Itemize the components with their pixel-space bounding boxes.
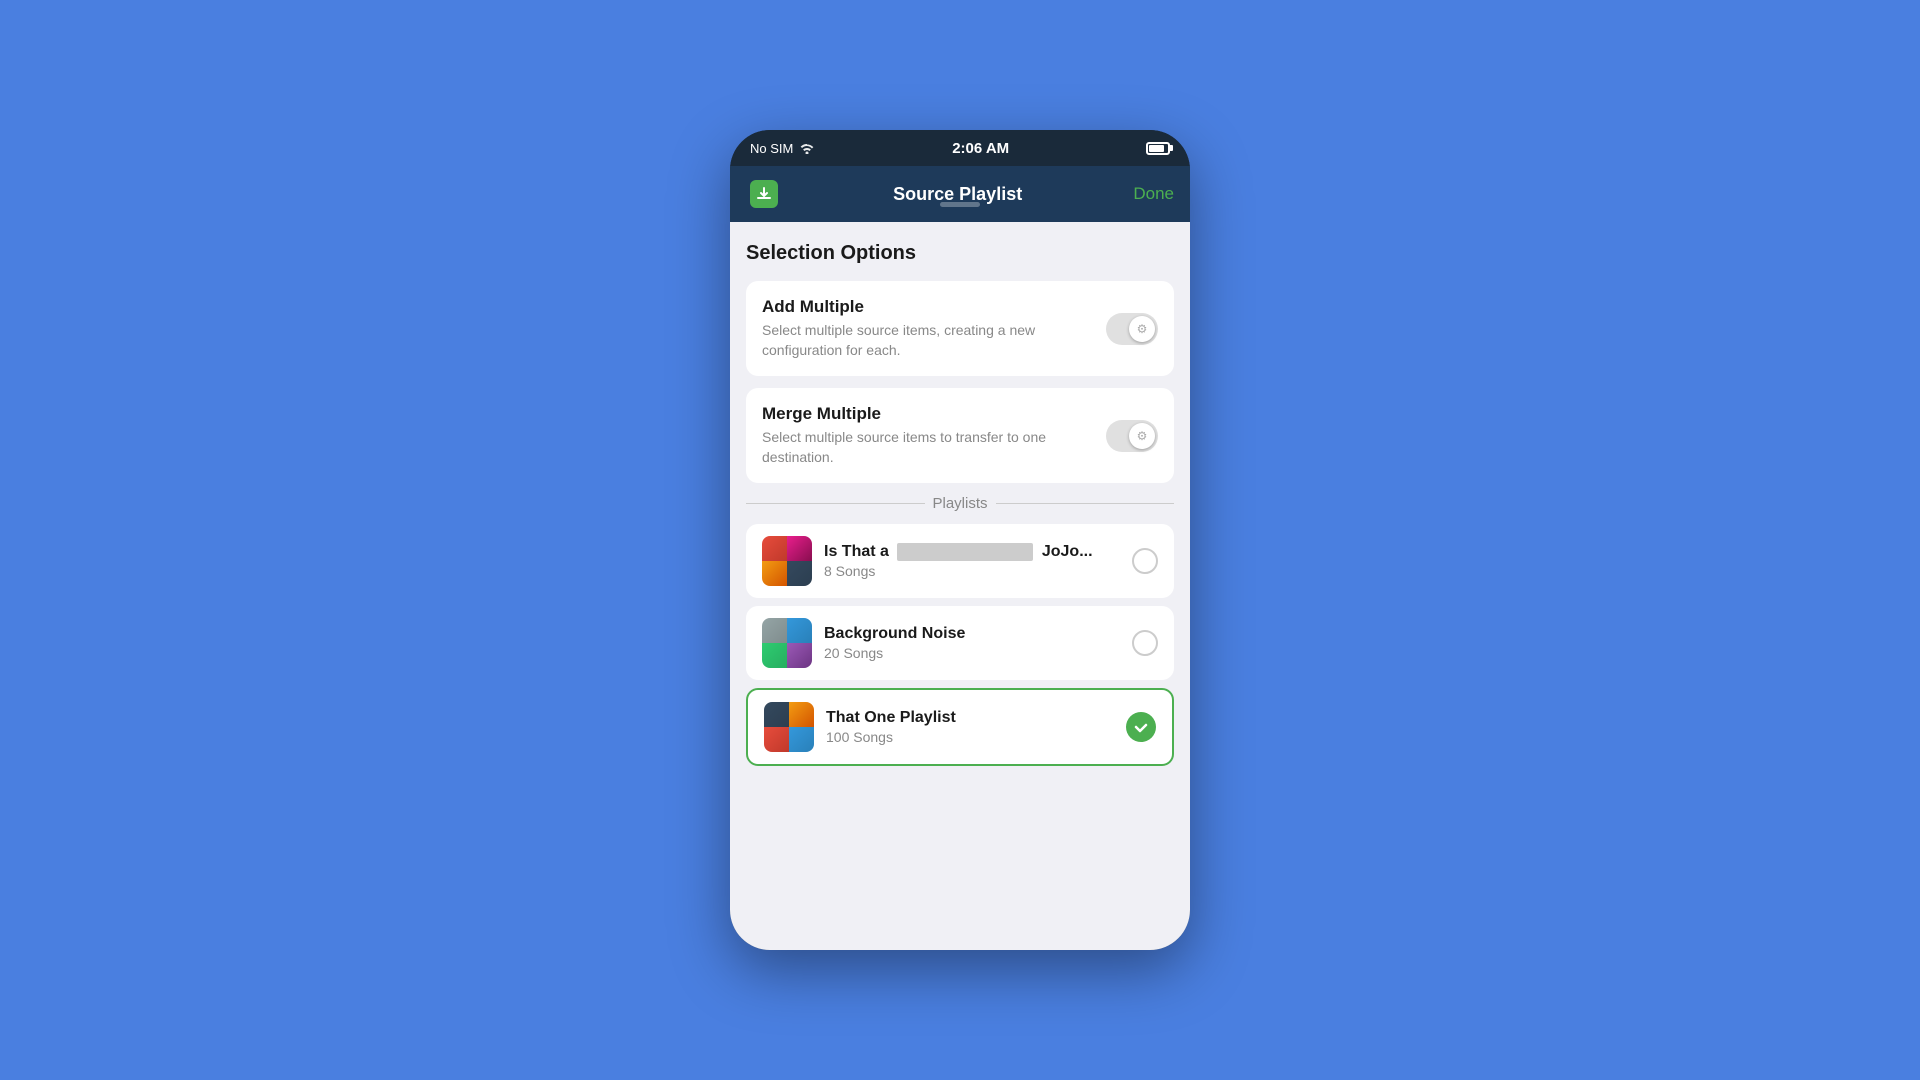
artwork-cell-4 [787,561,812,586]
merge-multiple-description: Select multiple source items to transfer… [762,428,1094,467]
playlist-check-3[interactable] [1126,712,1156,742]
playlist-artwork-2 [762,618,812,668]
gear-icon-2: ⚙ [1137,429,1148,443]
done-button[interactable]: Done [1133,184,1174,204]
nav-handle [940,202,980,207]
playlist-radio-2[interactable] [1132,630,1158,656]
download-icon [750,180,778,208]
merge-multiple-title: Merge Multiple [762,404,1094,424]
playlist-radio-1[interactable] [1132,548,1158,574]
add-multiple-toggle[interactable]: ⚙ [1106,313,1158,345]
artwork-cell-2 [787,536,812,561]
status-bar: No SIM 2:06 AM [730,130,1190,166]
add-multiple-description: Select multiple source items, creating a… [762,321,1094,360]
merge-multiple-card: Merge Multiple Select multiple source it… [746,388,1174,483]
checkmark-icon [1134,720,1148,734]
artwork-cell-12 [789,727,814,752]
playlist-count-1: 8 Songs [824,563,1132,579]
playlist-count-2: 20 Songs [824,645,1132,661]
playlist-artwork-1 [762,536,812,586]
playlist-info-2: Background Noise 20 Songs [824,625,1132,661]
download-button[interactable] [746,176,782,212]
add-multiple-text: Add Multiple Select multiple source item… [762,297,1106,360]
playlists-section: Playlists Is That a ████████████ JoJo... [746,495,1174,766]
merge-multiple-toggle[interactable]: ⚙ [1106,420,1158,452]
playlist-name-3: That One Playlist [826,709,1126,727]
main-content: Selection Options Add Multiple Select mu… [730,222,1190,950]
playlist-name-1: Is That a ████████████ JoJo... [824,543,1132,561]
playlist-name-2: Background Noise [824,625,1132,643]
no-sim-label: No SIM [750,141,793,156]
selection-options-header: Selection Options [746,242,1174,265]
playlist-info-3: That One Playlist 100 Songs [826,709,1126,745]
add-multiple-toggle-knob: ⚙ [1129,316,1155,342]
merge-multiple-text: Merge Multiple Select multiple source it… [762,404,1106,467]
add-multiple-title: Add Multiple [762,297,1094,317]
merge-multiple-toggle-knob: ⚙ [1129,423,1155,449]
status-time: 2:06 AM [952,140,1009,157]
artwork-cell-7 [762,643,787,668]
blurred-text: ████████████ [897,543,1033,561]
header-line-left [746,503,925,504]
playlist-item-2[interactable]: Background Noise 20 Songs [746,606,1174,680]
playlists-header-label: Playlists [933,495,988,512]
playlist-info-1: Is That a ████████████ JoJo... 8 Songs [824,543,1132,579]
artwork-cell-10 [789,702,814,727]
playlist-item-1[interactable]: Is That a ████████████ JoJo... 8 Songs [746,524,1174,598]
artwork-cell-9 [764,702,789,727]
gear-icon: ⚙ [1137,322,1148,336]
artwork-cell-11 [764,727,789,752]
artwork-cell-5 [762,618,787,643]
playlist-artwork-3 [764,702,814,752]
add-multiple-card: Add Multiple Select multiple source item… [746,281,1174,376]
artwork-cell-6 [787,618,812,643]
artwork-cell-8 [787,643,812,668]
battery-icon [1146,142,1170,155]
header-line-right [996,503,1175,504]
wifi-icon [799,142,815,154]
artwork-cell-1 [762,536,787,561]
nav-bar: Source Playlist Done [730,166,1190,222]
artwork-cell-3 [762,561,787,586]
playlists-header: Playlists [746,495,1174,512]
playlist-count-3: 100 Songs [826,729,1126,745]
playlist-item-3[interactable]: That One Playlist 100 Songs [746,688,1174,766]
battery-indicator [1146,142,1170,155]
